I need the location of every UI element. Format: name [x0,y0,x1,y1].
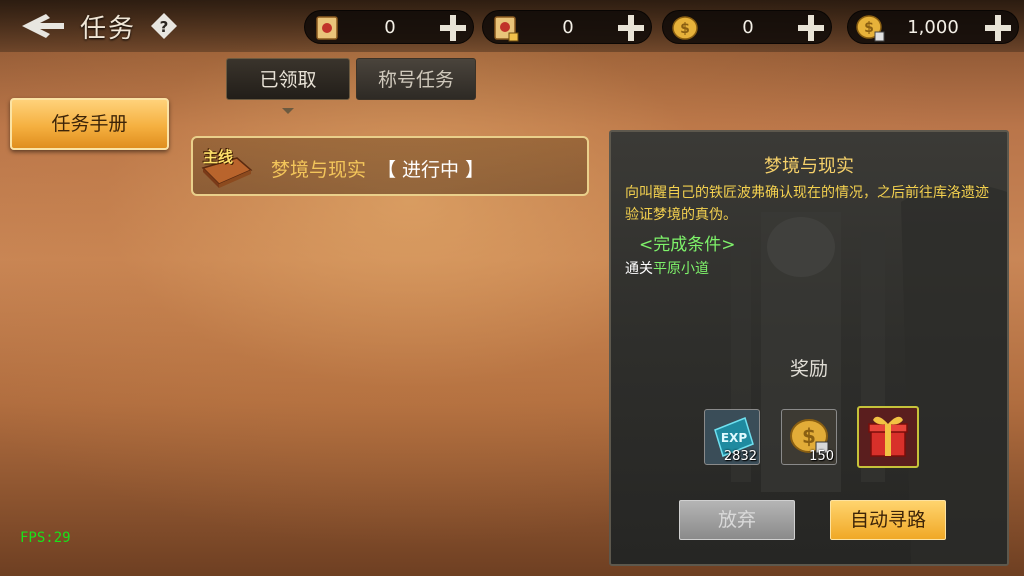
help-icon[interactable]: ? [150,12,178,40]
svg-text:?: ? [160,18,169,36]
quest-manual-button[interactable]: 任务手册 [10,98,169,150]
add-locked-scroll-button[interactable] [615,12,647,44]
tab-accepted[interactable]: 已领取 [226,58,350,100]
resource-gold: $ 0 [662,10,832,44]
reward-gift[interactable] [857,406,919,468]
back-arrow-icon[interactable] [20,10,66,42]
locked-gold-coin-icon: $ [854,13,886,43]
resource-value: 0 [562,17,574,38]
auto-pathfind-button[interactable]: 自动寻路 [830,500,946,540]
tab-title-quests[interactable]: 称号任务 [356,58,476,100]
reward-gold[interactable]: $ 150 [781,409,837,465]
resource-locked-scroll: 0 [482,10,652,44]
condition-line: 通关平原小道 [625,258,709,278]
reward-quantity: 2832 [723,449,757,464]
page-title: 任务 [80,14,137,44]
quest-list-item[interactable]: 主线 梦境与现实 【 进行中 】 [191,136,589,196]
reward-quantity: 150 [809,449,834,464]
detail-description: 向叫醒自己的铁匠波弗确认现在的情况，之后前往库洛遗迹验证梦境的真伪。 [625,185,989,223]
scroll-icon [311,13,343,43]
resource-value: 0 [742,17,754,38]
resource-value: 0 [384,17,396,38]
add-gold-button[interactable] [795,12,827,44]
resource-value: 1,000 [907,17,959,38]
reward-exp[interactable]: EXP 2832 [704,409,760,465]
quest-status: 【 进行中 】 [377,159,485,181]
svg-text:$: $ [680,21,690,37]
top-bar: 任务 ? 0 0 $ 0 $ 1,000 [0,0,1024,52]
quest-badge-label: 主线 [203,148,234,166]
quest-detail-panel: 梦境与现实 向叫醒自己的铁匠波弗确认现在的情况，之后前往库洛遗迹验证梦境的真伪。… [609,130,1009,566]
add-locked-gold-button[interactable] [982,12,1014,44]
main-quest-badge-icon: 主线 [199,144,255,190]
fps-counter: FPS:29 [20,530,71,546]
give-up-button[interactable]: 放弃 [679,500,795,540]
svg-text:$: $ [864,20,874,36]
gold-coin-icon: $ [669,13,701,43]
gift-box-icon [868,416,908,457]
resource-scroll: 0 [304,10,474,44]
reward-title: 奖励 [789,358,828,380]
svg-text:EXP: EXP [721,431,747,445]
quest-name: 梦境与现实 [271,159,367,181]
svg-text:$: $ [802,424,816,448]
locked-scroll-icon [489,13,521,43]
tab-indicator-icon [282,99,294,114]
condition-header: <完成条件> [639,235,736,255]
condition-place-link[interactable]: 平原小道 [653,261,709,277]
resource-locked-gold: $ 1,000 [847,10,1019,44]
detail-title: 梦境与现实 [764,156,854,177]
add-scroll-button[interactable] [437,12,469,44]
condition-prefix: 通关 [625,261,653,277]
